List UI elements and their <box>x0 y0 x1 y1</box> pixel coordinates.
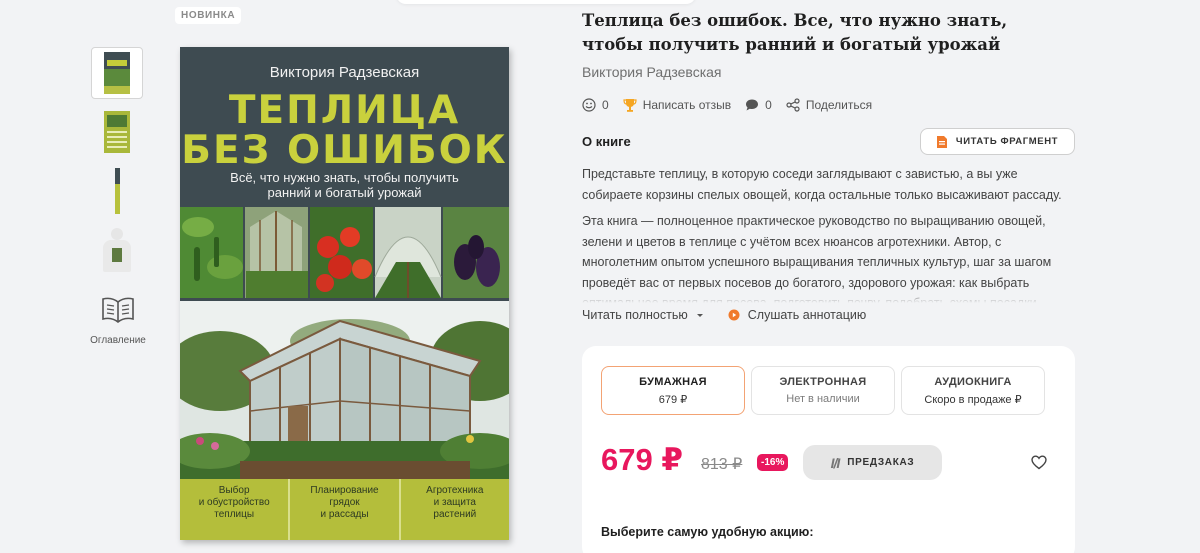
cover-photo-strip <box>180 207 509 298</box>
thumbnail-front-cover[interactable] <box>91 47 143 99</box>
thumbnail-person[interactable] <box>91 224 143 276</box>
tab-audiobook-label: АУДИОКНИГА <box>934 376 1012 388</box>
share-label: Поделиться <box>805 98 873 112</box>
tab-paper-label: БУМАЖНАЯ <box>639 376 707 388</box>
rating-count: 0 <box>602 98 609 112</box>
tab-ebook-status: Нет в наличии <box>786 393 860 405</box>
read-more-label: Читать полностью <box>582 308 688 322</box>
purchase-card: БУМАЖНАЯ 679 ₽ ЭЛЕКТРОННАЯ Нет в наличии… <box>582 346 1075 553</box>
cover-subtitle: Всё, что нужно знать, чтобы получить ран… <box>230 170 459 200</box>
thumbnail-spine[interactable] <box>91 165 143 217</box>
old-price: 813 ₽ <box>701 456 743 473</box>
tab-ebook[interactable]: ЭЛЕКТРОННАЯ Нет в наличии <box>751 366 895 415</box>
read-fragment-button[interactable]: ЧИТАТЬ ФРАГМЕНТ <box>920 128 1075 155</box>
comments-count: 0 <box>765 98 772 112</box>
cover-greenhouse-illustration <box>180 301 509 479</box>
tab-paper-price: 679 ₽ <box>658 394 688 406</box>
author-link[interactable]: Виктория Радзевская <box>582 64 722 80</box>
listen-annotation-label: Слушать аннотацию <box>747 308 867 322</box>
spine-thumb-image <box>114 168 120 214</box>
write-review-label: Написать отзыв <box>642 98 732 112</box>
promo-title: Выберите самую удобную акцию: <box>601 525 814 539</box>
preorder-label: ПРЕДЗАКАЗ <box>847 457 915 468</box>
share-button[interactable]: Поделиться <box>786 98 872 112</box>
heart-icon[interactable] <box>1031 455 1047 470</box>
description-links: Читать полностью Слушать аннотацию <box>582 308 888 322</box>
cover-author: Виктория Радзевская <box>269 64 420 81</box>
book-cover[interactable]: Виктория Радзевская ТЕПЛИЦА БЕЗ ОШИБОК В… <box>180 47 509 540</box>
toc-label: Оглавление <box>90 335 146 346</box>
cover-topic-1: Выбор и обустройство теплицы <box>198 485 270 520</box>
front-cover-thumb-image <box>104 52 130 94</box>
cover-topic-3: Агротехника и защита растений <box>398 479 509 540</box>
book-description: Представьте теплицу, в которую соседи за… <box>582 164 1074 303</box>
comments-stat[interactable]: 0 <box>745 98 772 112</box>
description-paragraph-1: Представьте теплицу, в которую соседи за… <box>582 167 1062 202</box>
format-tabs: БУМАЖНАЯ 679 ₽ ЭЛЕКТРОННАЯ Нет в наличии… <box>601 366 1051 415</box>
chevron-down-icon <box>696 314 703 317</box>
write-review-link[interactable]: Написать отзыв <box>623 98 731 112</box>
tab-audiobook[interactable]: АУДИОКНИГА Скоро в продаже ₽ <box>901 366 1045 415</box>
preorder-icon: I/I <box>830 454 841 471</box>
listen-annotation-link[interactable]: Слушать аннотацию <box>728 308 866 322</box>
about-heading: О книге <box>582 134 631 149</box>
tab-paper[interactable]: БУМАЖНАЯ 679 ₽ <box>601 366 745 415</box>
stats-row: 0 Написать отзыв 0 Поделиться <box>582 98 886 112</box>
tab-audiobook-status: Скоро в продаже ₽ <box>924 394 1022 406</box>
comment-icon <box>746 99 759 111</box>
thumbnail-strip <box>91 47 145 283</box>
cover-topics: Выбор и обустройство теплицы Планирование г… <box>180 479 509 540</box>
smile-icon <box>582 98 596 112</box>
thumbnail-back-cover[interactable] <box>91 106 143 158</box>
rating-stat[interactable]: 0 <box>582 98 609 112</box>
back-cover-thumb-image <box>104 111 130 153</box>
read-fragment-label: ЧИТАТЬ ФРАГМЕНТ <box>955 136 1059 147</box>
discount-badge: -16% <box>757 454 789 471</box>
search-bar-edge <box>396 0 696 4</box>
open-book-icon <box>102 297 134 324</box>
description-paragraph-2: Эта книга — полноценное практическое рук… <box>582 214 1052 303</box>
person-thumb-image <box>100 228 134 272</box>
preorder-button[interactable]: I/I ПРЕДЗАКАЗ <box>803 445 942 480</box>
cover-topic-2: Планирование грядок и рассады <box>288 479 398 540</box>
new-badge: НОВИНКА <box>175 7 242 24</box>
share-icon <box>786 98 800 112</box>
cover-title: ТЕПЛИЦА БЕЗ ОШИБОК <box>181 88 508 173</box>
toc-button[interactable]: Оглавление <box>86 296 150 346</box>
play-icon <box>728 309 740 321</box>
page-title: Теплица без ошибок. Все, что нужно знать… <box>582 11 1008 54</box>
trophy-icon <box>623 99 637 112</box>
current-price: 679 ₽ <box>601 442 683 477</box>
tab-ebook-label: ЭЛЕКТРОННАЯ <box>779 376 867 388</box>
read-more-link[interactable]: Читать полностью <box>582 308 706 322</box>
document-icon <box>936 135 947 148</box>
